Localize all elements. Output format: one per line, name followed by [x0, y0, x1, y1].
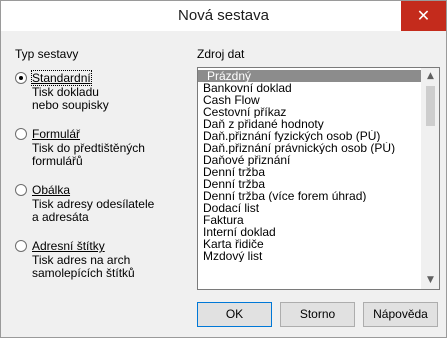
radio-standard[interactable]: Standardní Tisk dokladu nebo soupisky: [15, 70, 190, 116]
cancel-button[interactable]: Storno: [280, 302, 355, 327]
data-source-listbox[interactable]: Prázdný Bankovní doklad Cash Flow Cestov…: [197, 67, 440, 290]
title-bar: Nová sestava ✕: [1, 1, 446, 31]
radio-envelope-description: Tisk adresy odesílatele a adresáta: [32, 197, 155, 224]
list-item[interactable]: Denní tržba (více forem úhrad): [198, 190, 421, 202]
radio-address-labels[interactable]: Adresní štítky Tisk adres na arch samole…: [15, 239, 190, 284]
list-item[interactable]: Interní doklad: [198, 226, 421, 238]
close-icon[interactable]: ✕: [401, 1, 446, 31]
list-item[interactable]: Daň.přiznání právnických osob (PÚ): [198, 142, 421, 154]
radio-address-labels-description: Tisk adres na arch samolepících štítků: [32, 253, 135, 280]
radio-standard-label[interactable]: Standardní: [31, 70, 92, 86]
list-item[interactable]: Cestovní příkaz: [198, 106, 421, 118]
dialog-title: Nová sestava: [178, 7, 269, 24]
list-item[interactable]: Karta řidiče: [198, 238, 421, 250]
scroll-thumb[interactable]: [426, 86, 435, 126]
list-item[interactable]: Dodací list: [198, 202, 421, 214]
list-item[interactable]: Faktura: [198, 214, 421, 226]
list-item[interactable]: Mzdový list: [198, 250, 421, 262]
radio-form-description: Tisk do předtištěných formulářů: [32, 141, 145, 168]
radio-address-labels-circle[interactable]: [15, 240, 27, 252]
radio-form-label[interactable]: Formulář: [32, 127, 80, 141]
list-item[interactable]: Prázdný: [198, 70, 421, 82]
data-source-label: Zdroj dat: [197, 47, 245, 61]
list-item[interactable]: Daň.přiznání fyzických osob (PÚ): [198, 130, 421, 142]
list-item[interactable]: Daňové přiznání: [198, 154, 421, 166]
list-item[interactable]: Denní tržba: [198, 166, 421, 178]
radio-standard-circle[interactable]: [15, 72, 27, 84]
radio-envelope-circle[interactable]: [15, 184, 27, 196]
scroll-down-icon[interactable]: ▼: [422, 272, 439, 289]
radio-standard-description: Tisk dokladu nebo soupisky: [32, 85, 109, 112]
radio-envelope-label[interactable]: Obálka: [32, 183, 70, 197]
scroll-up-icon[interactable]: ▲: [422, 68, 439, 85]
ok-button[interactable]: OK: [197, 302, 272, 327]
radio-form[interactable]: Formulář Tisk do předtištěných formulářů: [15, 127, 190, 172]
data-source-list: Prázdný Bankovní doklad Cash Flow Cestov…: [198, 70, 421, 262]
radio-address-labels-label[interactable]: Adresní štítky: [32, 239, 105, 253]
help-button[interactable]: Nápověda: [363, 302, 438, 327]
new-report-dialog: Nová sestava ✕ Typ sestavy Zdroj dat Sta…: [0, 0, 447, 338]
list-scrollbar[interactable]: ▲ ▼: [421, 68, 439, 289]
list-item[interactable]: Cash Flow: [198, 94, 421, 106]
radio-envelope[interactable]: Obálka Tisk adresy odesílatele a adresát…: [15, 183, 190, 228]
list-item[interactable]: Denní tržba: [198, 178, 421, 190]
list-item[interactable]: Bankovní doklad: [198, 82, 421, 94]
list-item[interactable]: Daň z přidané hodnoty: [198, 118, 421, 130]
radio-form-circle[interactable]: [15, 128, 27, 140]
report-type-label: Typ sestavy: [15, 47, 79, 61]
